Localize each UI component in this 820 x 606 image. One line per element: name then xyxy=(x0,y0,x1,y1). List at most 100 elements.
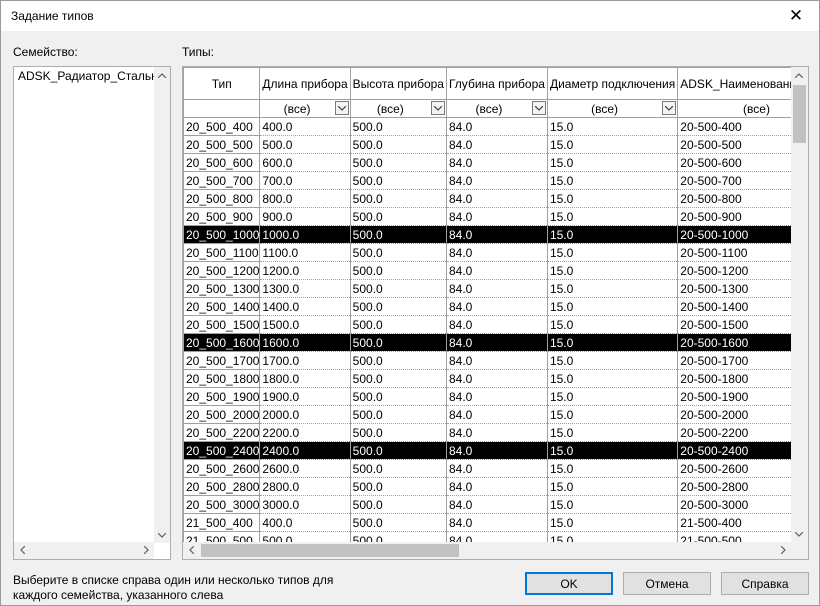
cell-diameter[interactable]: 15.0 xyxy=(546,405,679,424)
cell-diameter[interactable]: 15.0 xyxy=(546,153,679,172)
table-row[interactable]: 21_500_400400.0500.084.015.021-500-400Ст… xyxy=(183,513,791,532)
chevron-down-icon[interactable] xyxy=(531,101,546,115)
cell-height[interactable]: 500.0 xyxy=(349,441,447,460)
cell-type[interactable]: 20_500_1400 xyxy=(183,297,261,316)
scroll-up-icon[interactable] xyxy=(791,67,807,83)
cell-height[interactable]: 500.0 xyxy=(349,297,447,316)
cell-height[interactable]: 500.0 xyxy=(349,477,447,496)
cell-height[interactable]: 500.0 xyxy=(349,189,447,208)
table-row[interactable]: 20_500_700700.0500.084.015.020-500-700Ст… xyxy=(183,171,791,190)
cell-type[interactable]: 20_500_600 xyxy=(183,153,261,172)
table-row[interactable]: 20_500_1900 1900.0 500.0 84.0 15.0 20-500-190… xyxy=(183,387,791,406)
table-row[interactable]: 20_500_2600 2600.0 500.0 84.0 15.0 20-500-260… xyxy=(183,459,791,478)
cell-height[interactable]: 500.0 xyxy=(349,459,447,478)
close-icon[interactable]: ✕ xyxy=(773,1,819,31)
column-header[interactable]: Длина прибора xyxy=(259,67,351,100)
cell-length[interactable]: 2200.0 xyxy=(259,423,351,442)
table-row[interactable]: 20_500_2800 2800.0 500.0 84.0 15.0 20-500-280… xyxy=(183,477,791,496)
cell-short-name[interactable]: 21-500-400 xyxy=(677,513,791,532)
types-grid[interactable]: Тип Длина прибора Высота прибора Глубина… xyxy=(182,66,809,560)
table-row[interactable]: 20_500_1600 1600.0 500.0 84.0 15.0 20-500-160… xyxy=(183,333,791,352)
column-header[interactable]: Высота прибора xyxy=(349,67,447,100)
cancel-button[interactable]: Отмена xyxy=(623,572,711,595)
table-row[interactable]: 20_500_1100 1100.0 500.0 84.0 15.0 20-500-110… xyxy=(183,243,791,262)
cell-height[interactable]: 500.0 xyxy=(349,351,447,370)
cell-height[interactable]: 500.0 xyxy=(349,405,447,424)
cell-diameter[interactable]: 15.0 xyxy=(546,423,679,442)
cell-short-name[interactable]: 20-500-1000 xyxy=(677,225,791,244)
cell-type[interactable]: 20_500_3000 xyxy=(183,495,261,514)
cell-height[interactable]: 500.0 xyxy=(349,387,447,406)
cell-length[interactable]: 1500.0 xyxy=(259,315,351,334)
cell-length[interactable]: 800.0 xyxy=(259,189,351,208)
cell-length[interactable]: 2800.0 xyxy=(259,477,351,496)
cell-height[interactable]: 500.0 xyxy=(349,333,447,352)
cell-length[interactable]: 1000.0 xyxy=(259,225,351,244)
cell-height[interactable]: 500.0 xyxy=(349,513,447,532)
cell-diameter[interactable]: 15.0 xyxy=(546,369,679,388)
family-vertical-scrollbar[interactable] xyxy=(154,67,170,543)
cell-depth[interactable]: 84.0 xyxy=(445,495,548,514)
horizontal-scroll-thumb[interactable] xyxy=(201,544,459,557)
cell-length[interactable]: 700.0 xyxy=(259,171,351,190)
chevron-down-icon[interactable] xyxy=(662,101,677,115)
cell-length[interactable]: 1700.0 xyxy=(259,351,351,370)
column-header[interactable]: ADSK_Наименование краткое xyxy=(677,67,791,100)
cell-type[interactable]: 20_500_900 xyxy=(183,207,261,226)
cell-type[interactable]: 20_500_2200 xyxy=(183,423,261,442)
cell-height[interactable]: 500.0 xyxy=(349,153,447,172)
scroll-left-icon[interactable] xyxy=(14,542,30,558)
cell-depth[interactable]: 84.0 xyxy=(445,459,548,478)
table-row[interactable]: 20_500_3000 3000.0 500.0 84.0 15.0 20-500-300… xyxy=(183,495,791,514)
cell-short-name[interactable]: 20-500-500 xyxy=(677,135,791,154)
cell-short-name[interactable]: 20-500-600 xyxy=(677,153,791,172)
cell-depth[interactable]: 84.0 xyxy=(445,153,548,172)
cell-depth[interactable]: 84.0 xyxy=(445,207,548,226)
table-row[interactable]: 20_500_900900.0500.084.015.020-500-900Ст… xyxy=(183,207,791,226)
cell-short-name[interactable]: 20-500-700 xyxy=(677,171,791,190)
cell-diameter[interactable]: 15.0 xyxy=(546,117,679,136)
table-row[interactable]: 20_500_1400 1400.0 500.0 84.0 15.0 20-500-140… xyxy=(183,297,791,316)
cell-length[interactable]: 400.0 xyxy=(259,513,351,532)
cell-short-name[interactable]: 20-500-1300 xyxy=(677,279,791,298)
cell-short-name[interactable]: 20-500-1500 xyxy=(677,315,791,334)
cell-height[interactable]: 500.0 xyxy=(349,531,447,542)
cell-type[interactable]: 20_500_500 xyxy=(183,135,261,154)
cell-diameter[interactable]: 15.0 xyxy=(546,351,679,370)
cell-short-name[interactable]: 20-500-2400 xyxy=(677,441,791,460)
cell-diameter[interactable]: 15.0 xyxy=(546,513,679,532)
table-row[interactable]: 20_500_800800.0500.084.015.020-500-800Ст… xyxy=(183,189,791,208)
cell-length[interactable]: 1100.0 xyxy=(259,243,351,262)
filter-dropdown[interactable]: (все) xyxy=(349,99,447,118)
cell-height[interactable]: 500.0 xyxy=(349,225,447,244)
cell-short-name[interactable]: 20-500-2000 xyxy=(677,405,791,424)
cell-length[interactable]: 600.0 xyxy=(259,153,351,172)
cell-short-name[interactable]: 20-500-1100 xyxy=(677,243,791,262)
cell-type[interactable]: 21_500_500 xyxy=(183,531,261,542)
cell-diameter[interactable]: 15.0 xyxy=(546,441,679,460)
cell-type[interactable]: 20_500_1700 xyxy=(183,351,261,370)
filter-dropdown[interactable]: (все) xyxy=(445,99,548,118)
column-header[interactable]: Глубина прибора xyxy=(445,67,548,100)
table-row[interactable]: 20_500_600600.0500.084.015.020-500-600Ст… xyxy=(183,153,791,172)
cell-height[interactable]: 500.0 xyxy=(349,315,447,334)
cell-length[interactable]: 500.0 xyxy=(259,135,351,154)
help-button[interactable]: Справка xyxy=(721,572,809,595)
filter-dropdown[interactable]: (все) xyxy=(546,99,679,118)
cell-type[interactable]: 20_500_1100 xyxy=(183,243,261,262)
scroll-left-icon[interactable] xyxy=(183,542,199,558)
cell-depth[interactable]: 84.0 xyxy=(445,531,548,542)
family-list[interactable]: ADSK_Радиатор_Стальной xyxy=(13,66,171,560)
family-list-item[interactable]: ADSK_Радиатор_Стальной xyxy=(17,68,154,84)
cell-depth[interactable]: 84.0 xyxy=(445,351,548,370)
cell-depth[interactable]: 84.0 xyxy=(445,477,548,496)
table-row[interactable]: 20_500_2400 2400.0 500.0 84.0 15.0 20-500-240… xyxy=(183,441,791,460)
column-header[interactable]: Тип xyxy=(183,67,261,100)
chevron-down-icon[interactable] xyxy=(334,101,349,115)
cell-depth[interactable]: 84.0 xyxy=(445,117,548,136)
cell-diameter[interactable]: 15.0 xyxy=(546,135,679,154)
cell-type[interactable]: 20_500_1500 xyxy=(183,315,261,334)
ok-button[interactable]: OK xyxy=(525,572,613,595)
cell-length[interactable]: 500.0 xyxy=(259,531,351,542)
cell-short-name[interactable]: 21-500-500 xyxy=(677,531,791,542)
